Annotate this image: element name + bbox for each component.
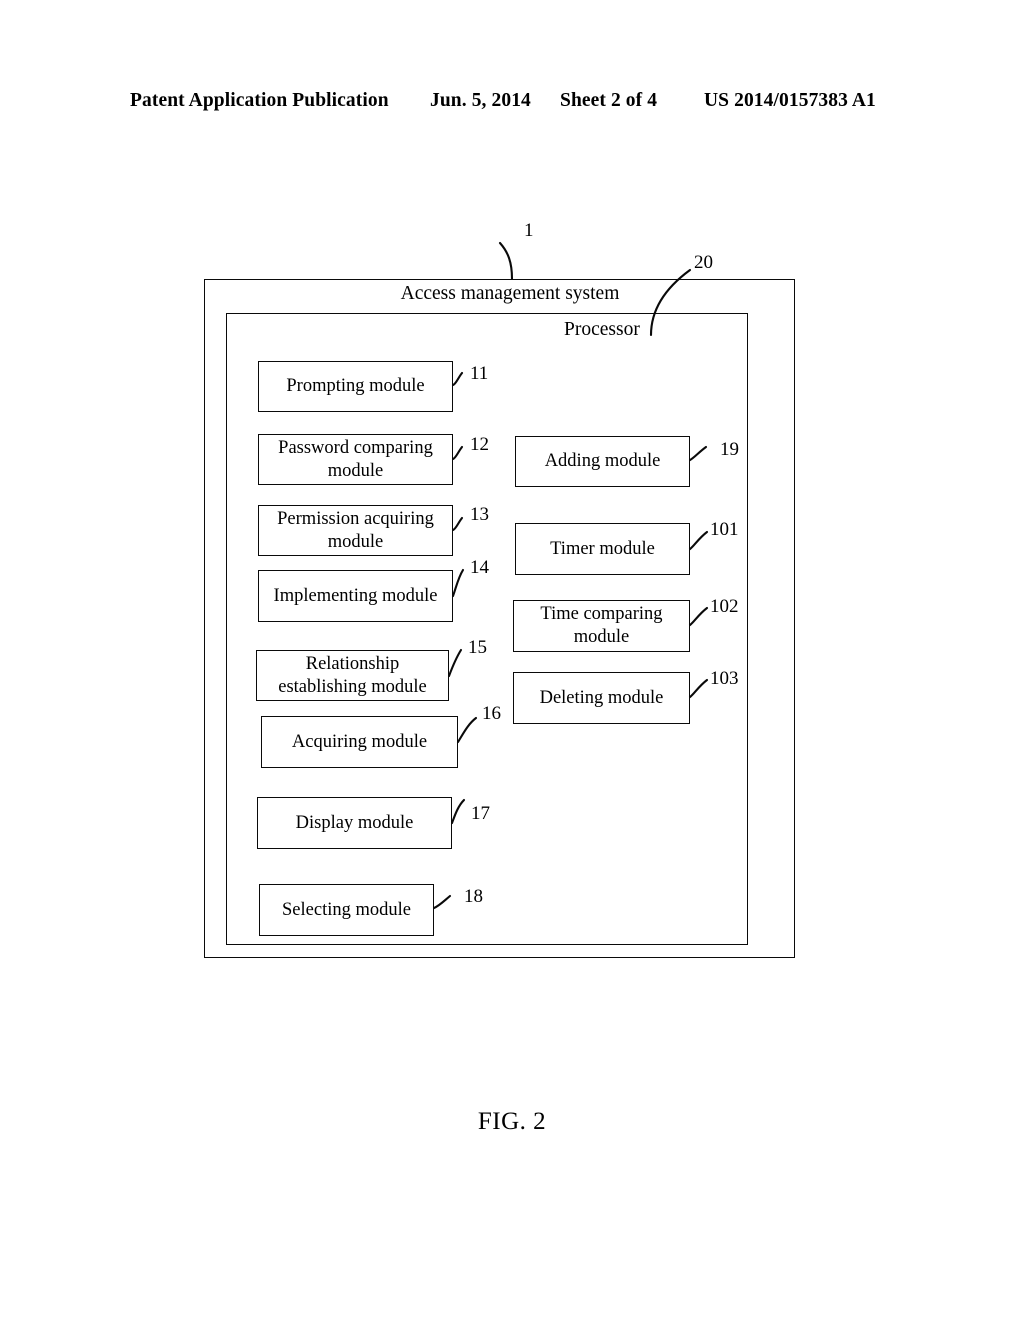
module-box-adding: Adding module bbox=[515, 436, 690, 487]
ref-numeral-1: 1 bbox=[524, 220, 534, 241]
module-label-deleting: Deleting module bbox=[539, 687, 664, 708]
ref-numeral-103: 103 bbox=[710, 668, 739, 689]
module-label-selecting: Selecting module bbox=[282, 899, 411, 920]
module-box-prompting: Prompting module bbox=[258, 361, 453, 412]
module-box-implementing: Implementing module bbox=[258, 570, 453, 622]
module-label-prompting: Prompting module bbox=[286, 376, 425, 396]
module-label-permission-acquiring: Permission acquiring module bbox=[277, 508, 434, 552]
processor-label: Processor bbox=[564, 319, 640, 340]
module-box-selecting: Selecting module bbox=[259, 884, 434, 936]
patent-figure: Access management system Processor Promp… bbox=[0, 0, 1024, 1320]
ref-numeral-11: 11 bbox=[470, 363, 489, 384]
ref-numeral-20: 20 bbox=[694, 252, 713, 273]
ref-numeral-16: 16 bbox=[482, 703, 501, 724]
module-box-permission-acquiring: Permission acquiring module bbox=[258, 505, 453, 556]
ref-numeral-102: 102 bbox=[710, 596, 739, 617]
module-box-time-comparing: Time comparing module bbox=[513, 600, 690, 652]
module-box-display: Display module bbox=[257, 797, 452, 849]
module-box-password-comparing: Password comparing module bbox=[258, 434, 453, 485]
ref-numeral-101: 101 bbox=[710, 519, 739, 540]
ref-numeral-12: 12 bbox=[470, 434, 489, 455]
module-box-acquiring: Acquiring module bbox=[261, 716, 458, 768]
ref-numeral-17: 17 bbox=[471, 803, 490, 824]
module-label-timer: Timer module bbox=[550, 538, 655, 559]
module-label-display: Display module bbox=[295, 812, 414, 833]
leader-line-1 bbox=[498, 241, 514, 281]
ref-numeral-19: 19 bbox=[720, 439, 739, 460]
module-label-time-comparing: Time comparing module bbox=[540, 604, 663, 647]
ref-numeral-14: 14 bbox=[470, 557, 489, 578]
module-box-deleting: Deleting module bbox=[513, 672, 690, 724]
ref-numeral-18: 18 bbox=[464, 886, 483, 907]
module-box-relationship-establishing: Relationship establishing module bbox=[256, 650, 449, 701]
ref-numeral-13: 13 bbox=[470, 504, 489, 525]
module-box-timer: Timer module bbox=[515, 523, 690, 575]
module-label-acquiring: Acquiring module bbox=[291, 731, 428, 752]
module-label-password-comparing: Password comparing module bbox=[278, 437, 433, 481]
module-label-adding: Adding module bbox=[544, 451, 661, 471]
ref-numeral-15: 15 bbox=[468, 637, 487, 658]
module-label-implementing: Implementing module bbox=[273, 585, 438, 606]
figure-caption: FIG. 2 bbox=[477, 1108, 547, 1135]
access-management-system-label: Access management system bbox=[400, 283, 620, 304]
module-label-relationship-establishing: Relationship establishing module bbox=[278, 653, 427, 697]
